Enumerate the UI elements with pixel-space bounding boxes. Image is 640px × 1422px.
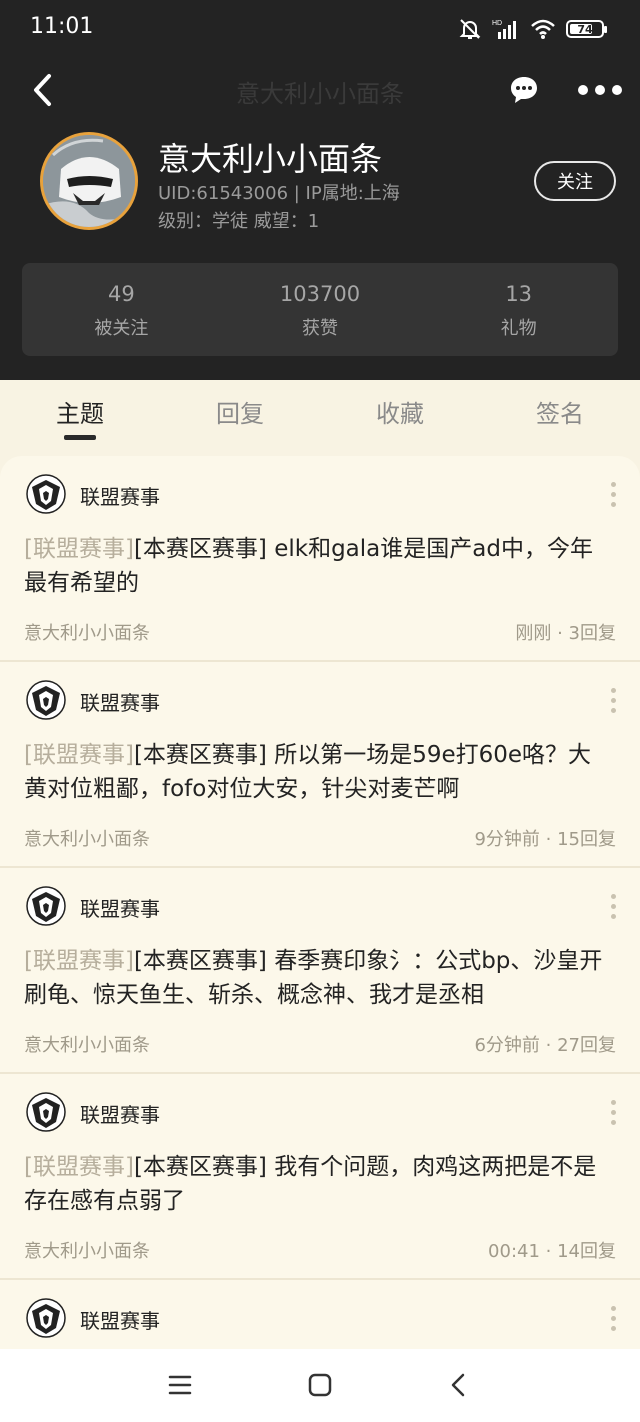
chat-bubble-icon <box>511 77 537 103</box>
status-icons: HD 74 <box>458 16 607 42</box>
lol-esports-logo-icon <box>26 1092 66 1132</box>
forum-name[interactable]: 联盟赛事 <box>80 893 160 922</box>
stats-panel: 49 被关注 103700 获赞 13 礼物 <box>22 263 618 356</box>
post-author: 意大利小小面条 <box>24 829 150 850</box>
status-time: 11:01 <box>30 14 94 39</box>
post-more-button[interactable] <box>598 1094 628 1130</box>
post-author: 意大利小小面条 <box>24 1035 150 1056</box>
ellipsis-icon <box>578 85 622 95</box>
post-item[interactable]: 联盟赛事 [联盟赛事][本赛区赛事] elk和gala谁是国产ad中，今年最有希… <box>0 456 640 662</box>
nav-bar: 意大利小小面条 <box>0 62 640 118</box>
stat-value: 49 <box>107 282 135 306</box>
system-nav-bar <box>0 1349 640 1422</box>
lol-esports-logo-icon <box>26 474 66 514</box>
level-reputation-line: 级别：学徒 威望：1 <box>158 211 320 232</box>
stat-label: 获赞 <box>302 318 338 339</box>
post-meta: 9分钟前 · 15回复 <box>474 829 616 850</box>
stat-label: 被关注 <box>94 318 149 339</box>
lol-esports-logo-icon <box>26 680 66 720</box>
post-meta: 6分钟前 · 27回复 <box>474 1035 616 1056</box>
active-tab-indicator <box>64 435 96 440</box>
stormtrooper-avatar-image <box>43 135 135 227</box>
uid-ip-line: UID:61543006 | IP属地:上海 <box>158 183 400 204</box>
post-title[interactable]: [联盟赛事][本赛区赛事] 我有个问题，肉鸡这两把是不是存在感有点弱了 <box>24 1150 614 1218</box>
home-square-icon <box>308 1373 332 1397</box>
back-triangle-icon <box>451 1373 465 1397</box>
tab-replies[interactable]: 回复 <box>180 394 300 429</box>
post-more-button[interactable] <box>598 682 628 718</box>
stat-value: 103700 <box>279 282 361 306</box>
stat-value: 13 <box>505 282 533 306</box>
post-meta: 00:41 · 14回复 <box>488 1241 616 1262</box>
message-button[interactable] <box>502 68 546 112</box>
tab-topics[interactable]: 主题 <box>20 394 140 429</box>
post-item[interactable]: 联盟赛事 [联盟赛事][本赛区赛事] 所以第一场是59e打60e咯？大黄对位粗鄙… <box>0 662 640 868</box>
forum-name[interactable]: 联盟赛事 <box>80 687 160 716</box>
stat-likes[interactable]: 103700 获赞 <box>221 263 420 356</box>
post-prefix: [联盟赛事] <box>24 1154 134 1180</box>
wifi-icon <box>531 19 555 39</box>
profile-name: 意大利小小面条 <box>158 140 383 178</box>
forum-name[interactable]: 联盟赛事 <box>80 1305 160 1334</box>
hd-signal-icon: HD <box>492 20 516 39</box>
forum-name[interactable]: 联盟赛事 <box>80 481 160 510</box>
post-meta: 刚刚 · 3回复 <box>515 623 616 644</box>
more-button[interactable] <box>574 68 626 112</box>
system-back-button[interactable] <box>436 1365 480 1405</box>
avatar[interactable] <box>40 132 138 230</box>
stat-followers[interactable]: 49 被关注 <box>22 263 221 356</box>
post-author: 意大利小小面条 <box>24 623 150 644</box>
post-prefix: [联盟赛事] <box>24 536 134 562</box>
home-button[interactable] <box>298 1365 342 1405</box>
post-prefix: [联盟赛事] <box>24 948 134 974</box>
profile-header: 11:01 HD 74 意大利小小面条 意大利小小面条 UID:61543006… <box>0 0 640 380</box>
tab-favorites[interactable]: 收藏 <box>340 394 460 429</box>
post-title[interactable]: [联盟赛事][本赛区赛事] elk和gala谁是国产ad中，今年最有希望的 <box>24 532 614 600</box>
battery-level: 74 <box>577 22 593 36</box>
menu-icon <box>168 1375 192 1395</box>
stat-label: 礼物 <box>500 318 537 339</box>
post-author: 意大利小小面条 <box>24 1241 150 1262</box>
lol-esports-logo-icon <box>26 1298 66 1338</box>
battery-icon: 74 <box>566 20 607 38</box>
post-prefix: [联盟赛事] <box>24 742 134 768</box>
tab-bar: 主题 回复 收藏 签名 <box>0 380 640 444</box>
mute-bell-icon <box>459 19 481 39</box>
tab-signature[interactable]: 签名 <box>500 394 620 429</box>
post-title[interactable]: [联盟赛事][本赛区赛事] 所以第一场是59e打60e咯？大黄对位粗鄙，fofo… <box>24 738 614 806</box>
svg-text:HD: HD <box>492 20 502 27</box>
post-title[interactable]: [联盟赛事][本赛区赛事] 春季赛印象氵：公式bp、沙皇开刷龟、惊天鱼生、斩杀、… <box>24 944 614 1012</box>
stat-gifts[interactable]: 13 礼物 <box>419 263 618 356</box>
forum-name[interactable]: 联盟赛事 <box>80 1099 160 1128</box>
lol-esports-logo-icon <box>26 886 66 926</box>
post-feed: 联盟赛事 [联盟赛事][本赛区赛事] elk和gala谁是国产ad中，今年最有希… <box>0 456 640 1349</box>
post-more-button[interactable] <box>598 1300 628 1336</box>
post-item[interactable]: 联盟赛事 [联盟赛事][本赛区赛事] 春季赛印象氵：公式bp、沙皇开刷龟、惊天鱼… <box>0 868 640 1074</box>
recent-apps-button[interactable] <box>158 1365 202 1405</box>
post-more-button[interactable] <box>598 476 628 512</box>
post-item[interactable]: 联盟赛事 [联盟赛事][本赛区赛事] 我有个问题，肉鸡这两把是不是存在感有点弱了… <box>0 1074 640 1280</box>
status-bar: 11:01 HD 74 <box>0 0 640 58</box>
post-item[interactable]: 联盟赛事 <box>0 1280 640 1349</box>
follow-button[interactable]: 关注 <box>534 161 616 201</box>
post-more-button[interactable] <box>598 888 628 924</box>
